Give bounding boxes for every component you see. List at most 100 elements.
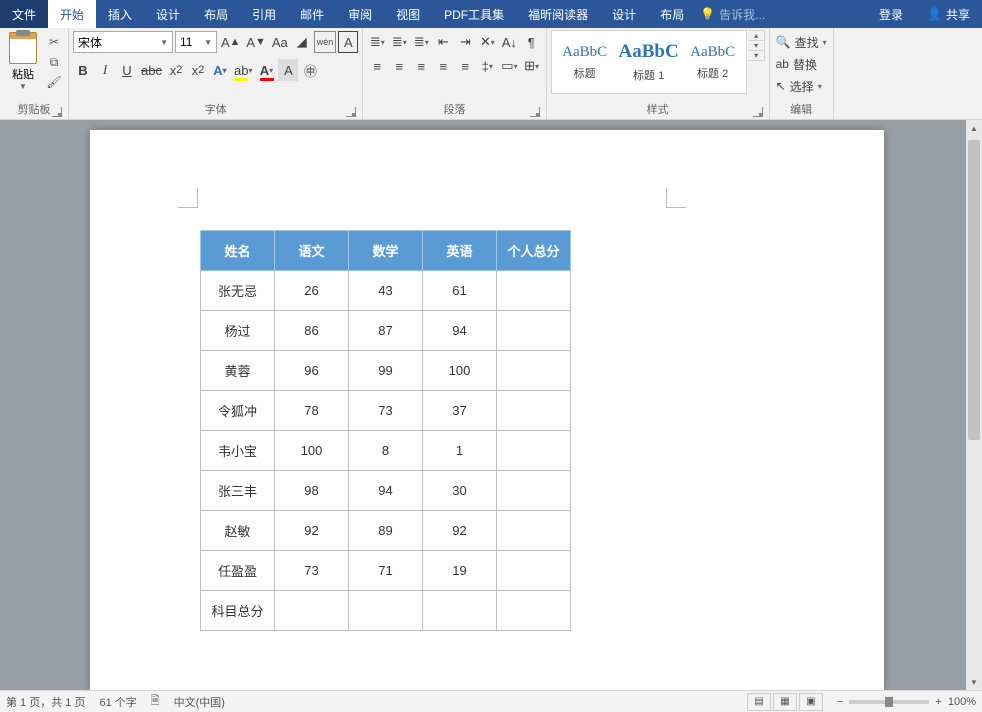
- tab-design[interactable]: 设计: [144, 0, 192, 28]
- table-cell[interactable]: [497, 311, 571, 351]
- replace-button[interactable]: ab替换: [776, 54, 827, 74]
- table-cell[interactable]: 61: [423, 271, 497, 311]
- table-header[interactable]: 语文: [275, 231, 349, 271]
- tab-table-design[interactable]: 设计: [600, 0, 648, 28]
- table-cell[interactable]: 78: [275, 391, 349, 431]
- scroll-thumb[interactable]: [968, 140, 980, 440]
- table-cell[interactable]: 令狐冲: [201, 391, 275, 431]
- tab-view[interactable]: 视图: [384, 0, 432, 28]
- tab-review[interactable]: 审阅: [336, 0, 384, 28]
- table-header[interactable]: 英语: [423, 231, 497, 271]
- table-cell[interactable]: [497, 551, 571, 591]
- table-cell[interactable]: 黄蓉: [201, 351, 275, 391]
- font-size-combo[interactable]: 11▼: [175, 31, 217, 53]
- table-cell[interactable]: [423, 591, 497, 631]
- table-cell[interactable]: 94: [349, 471, 423, 511]
- table-cell[interactable]: 73: [275, 551, 349, 591]
- style-heading2[interactable]: AaBbC 标题 2: [682, 33, 744, 91]
- share-button[interactable]: 👤 共享: [915, 0, 982, 28]
- table-row[interactable]: 韦小宝10081: [201, 431, 571, 471]
- decrease-indent-button[interactable]: ⇤: [433, 31, 453, 53]
- text-effects-button[interactable]: A▾: [210, 59, 230, 81]
- dialog-launcher-icon[interactable]: [52, 107, 62, 117]
- table-cell[interactable]: 96: [275, 351, 349, 391]
- italic-button[interactable]: I: [95, 59, 115, 81]
- web-layout-button[interactable]: ▣: [799, 693, 823, 711]
- table-cell[interactable]: [349, 591, 423, 631]
- table-cell[interactable]: [497, 391, 571, 431]
- table-cell[interactable]: 赵敏: [201, 511, 275, 551]
- table-cell[interactable]: [497, 351, 571, 391]
- select-button[interactable]: ↖选择▾: [776, 76, 827, 96]
- table-row[interactable]: 张无忌264361: [201, 271, 571, 311]
- tab-insert[interactable]: 插入: [96, 0, 144, 28]
- multilevel-list-button[interactable]: ≣▾: [411, 31, 431, 53]
- tab-home[interactable]: 开始: [48, 0, 96, 28]
- table-cell[interactable]: 19: [423, 551, 497, 591]
- style-gallery-more[interactable]: ▴ ▾ ▾: [749, 30, 765, 61]
- cut-button[interactable]: ✂: [46, 34, 62, 50]
- phonetic-guide-button[interactable]: wén: [314, 31, 337, 53]
- tab-mailings[interactable]: 邮件: [288, 0, 336, 28]
- scroll-up-icon[interactable]: ▲: [966, 120, 982, 136]
- document-page[interactable]: 姓名语文数学英语个人总分 张无忌264361杨过868794黄蓉9699100令…: [90, 130, 884, 690]
- zoom-slider[interactable]: [849, 700, 929, 704]
- increase-indent-button[interactable]: ⇥: [455, 31, 475, 53]
- sort-button[interactable]: A↓: [499, 31, 519, 53]
- table-cell[interactable]: 94: [423, 311, 497, 351]
- table-cell[interactable]: [275, 591, 349, 631]
- line-spacing-button[interactable]: ‡▾: [477, 55, 497, 77]
- table-cell[interactable]: 100: [423, 351, 497, 391]
- character-shading-button[interactable]: A: [278, 59, 298, 81]
- table-cell[interactable]: 8: [349, 431, 423, 471]
- align-right-button[interactable]: ≡: [411, 55, 431, 77]
- paste-button[interactable]: 粘贴 ▼: [4, 30, 42, 91]
- borders-button[interactable]: ⊞▾: [522, 55, 542, 77]
- zoom-level[interactable]: 100%: [948, 696, 976, 708]
- numbering-button[interactable]: ≣▾: [389, 31, 409, 53]
- zoom-out-button[interactable]: −: [837, 696, 843, 708]
- superscript-button[interactable]: x2: [188, 59, 208, 81]
- align-left-button[interactable]: ≡: [367, 55, 387, 77]
- bullets-button[interactable]: ≣▾: [367, 31, 387, 53]
- tab-pdf-tools[interactable]: PDF工具集: [432, 0, 516, 28]
- dialog-launcher-icon[interactable]: [753, 107, 763, 117]
- character-border-button[interactable]: A: [338, 31, 358, 53]
- table-cell[interactable]: [497, 511, 571, 551]
- table-cell[interactable]: 杨过: [201, 311, 275, 351]
- table-cell[interactable]: 98: [275, 471, 349, 511]
- print-layout-button[interactable]: ▦: [773, 693, 797, 711]
- table-cell[interactable]: 韦小宝: [201, 431, 275, 471]
- table-cell[interactable]: 43: [349, 271, 423, 311]
- data-table[interactable]: 姓名语文数学英语个人总分 张无忌264361杨过868794黄蓉9699100令…: [200, 230, 571, 631]
- table-cell[interactable]: 100: [275, 431, 349, 471]
- tab-layout[interactable]: 布局: [192, 0, 240, 28]
- table-header[interactable]: 个人总分: [497, 231, 571, 271]
- table-cell[interactable]: 73: [349, 391, 423, 431]
- font-name-combo[interactable]: 宋体▼: [73, 31, 173, 53]
- justify-button[interactable]: ≡: [433, 55, 453, 77]
- word-count[interactable]: 61 个字: [99, 694, 136, 710]
- font-color-button[interactable]: A▾: [256, 59, 276, 81]
- subscript-button[interactable]: x2: [166, 59, 186, 81]
- table-cell[interactable]: 科目总分: [201, 591, 275, 631]
- align-center-button[interactable]: ≡: [389, 55, 409, 77]
- table-row[interactable]: 黄蓉9699100: [201, 351, 571, 391]
- distributed-button[interactable]: ≡: [455, 55, 475, 77]
- table-cell[interactable]: 89: [349, 511, 423, 551]
- shading-button[interactable]: ▭▾: [499, 55, 519, 77]
- table-cell[interactable]: 92: [423, 511, 497, 551]
- enclose-characters-button[interactable]: ㊥: [300, 59, 320, 81]
- table-row[interactable]: 张三丰989430: [201, 471, 571, 511]
- table-cell[interactable]: 71: [349, 551, 423, 591]
- find-button[interactable]: 🔍查找▾: [776, 32, 827, 52]
- table-cell[interactable]: [497, 591, 571, 631]
- table-cell[interactable]: [497, 271, 571, 311]
- tell-me-search[interactable]: 💡 告诉我...: [700, 6, 765, 23]
- table-row[interactable]: 任盈盈737119: [201, 551, 571, 591]
- scroll-down-icon[interactable]: ▼: [966, 674, 982, 690]
- grow-font-button[interactable]: A▲: [219, 31, 242, 53]
- page-count[interactable]: 第 1 页，共 1 页: [6, 694, 85, 710]
- table-cell[interactable]: 87: [349, 311, 423, 351]
- table-cell[interactable]: 92: [275, 511, 349, 551]
